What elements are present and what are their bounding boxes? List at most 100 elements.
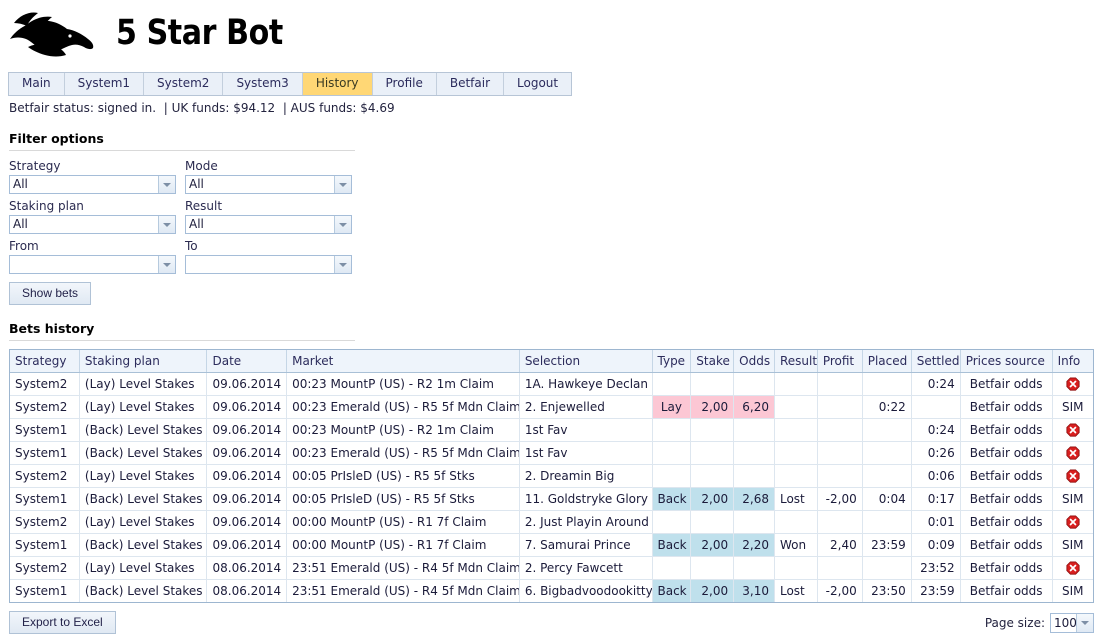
- cell-info[interactable]: [1052, 510, 1093, 534]
- cell-settled: 0:26: [911, 441, 961, 465]
- cell-market: 23:51 Emerald (US) - R4 5f Mdn Claim: [286, 556, 520, 580]
- mode-select[interactable]: All: [185, 175, 352, 194]
- col-stake[interactable]: Stake: [690, 350, 735, 373]
- table-row[interactable]: System1 (Back) Level Stakes 09.06.2014 00:2…: [10, 441, 1093, 465]
- cell-result: [774, 441, 818, 465]
- col-selection[interactable]: Selection: [519, 350, 653, 373]
- col-profit[interactable]: Profit: [817, 350, 863, 373]
- chevron-down-icon: [1081, 620, 1089, 625]
- bets-history-divider: [9, 340, 355, 341]
- cell-result: [774, 372, 818, 396]
- chevron-down-icon: [339, 182, 347, 187]
- mode-select-arrow[interactable]: [334, 176, 351, 193]
- cell-info[interactable]: [1052, 372, 1093, 396]
- tab-betfair[interactable]: Betfair: [436, 73, 505, 95]
- cell-info[interactable]: [1052, 556, 1093, 580]
- cell-strategy: System2: [10, 556, 80, 580]
- filter-row-3: From To: [9, 239, 361, 279]
- cell-selection: 2. Just Playin Around: [519, 510, 653, 534]
- cell-selection: 6. Bigbadvoodookitty: [519, 579, 653, 602]
- cell-staking-plan: (Lay) Level Stakes: [79, 372, 208, 396]
- export-to-excel-button[interactable]: Export to Excel: [9, 611, 116, 634]
- cell-stake: [690, 464, 735, 488]
- filter-row-1: Strategy All Mode All: [9, 159, 361, 199]
- strategy-select-arrow[interactable]: [158, 176, 175, 193]
- page-size-arrow[interactable]: [1076, 613, 1093, 632]
- from-date-picker[interactable]: [9, 255, 176, 274]
- tab-main[interactable]: Main: [9, 73, 65, 95]
- tab-system2[interactable]: System2: [144, 73, 224, 95]
- cell-date: 09.06.2014: [206, 510, 288, 534]
- cell-profit: -2,00: [817, 487, 863, 511]
- to-date-arrow[interactable]: [334, 256, 351, 273]
- app-header: 5 Star Bot: [0, 0, 1101, 66]
- table-row[interactable]: System2 (Lay) Level Stakes 09.06.2014 00:23…: [10, 372, 1093, 396]
- cell-type: Back: [652, 487, 692, 511]
- main-nav-tabs: Main System1 System2 System3 History Pro…: [8, 72, 573, 96]
- tab-history[interactable]: History: [302, 73, 373, 95]
- cell-info[interactable]: [1052, 418, 1093, 442]
- cell-strategy: System2: [10, 464, 80, 488]
- cell-odds: [733, 510, 775, 534]
- cell-market: 00:05 PrIsleD (US) - R5 5f Stks: [286, 464, 520, 488]
- table-row[interactable]: System2 (Lay) Level Stakes 09.06.2014 00:05…: [10, 464, 1093, 488]
- staking-plan-select-arrow[interactable]: [158, 216, 175, 233]
- chevron-down-icon: [339, 262, 347, 267]
- cell-staking-plan: (Back) Level Stakes: [79, 418, 208, 442]
- table-row[interactable]: System2 (Lay) Level Stakes 09.06.2014 00:00…: [10, 510, 1093, 534]
- bets-history-table-wrap: Strategy Staking plan Date Market Select…: [9, 349, 1094, 603]
- show-bets-button[interactable]: Show bets: [9, 282, 92, 305]
- table-row[interactable]: System2 (Lay) Level Stakes 09.06.2014 00:23…: [10, 395, 1093, 419]
- from-date-arrow[interactable]: [158, 256, 175, 273]
- table-row[interactable]: System1 (Back) Level Stakes 09.06.2014 00:0…: [10, 533, 1093, 557]
- cell-date: 09.06.2014: [206, 441, 288, 465]
- table-row[interactable]: System2 (Lay) Level Stakes 08.06.2014 23:51…: [10, 556, 1093, 580]
- cell-staking-plan: (Lay) Level Stakes: [79, 464, 208, 488]
- col-placed[interactable]: Placed: [862, 350, 912, 373]
- col-odds[interactable]: Odds: [733, 350, 775, 373]
- col-staking-plan[interactable]: Staking plan: [79, 350, 208, 373]
- cell-profit: [817, 395, 863, 419]
- cell-settled: 0:24: [911, 418, 961, 442]
- tab-profile[interactable]: Profile: [372, 73, 437, 95]
- cell-profit: -2,00: [817, 579, 863, 602]
- cell-settled: 0:06: [911, 464, 961, 488]
- cell-selection: 1st Fav: [519, 441, 653, 465]
- col-settled[interactable]: Settled: [911, 350, 961, 373]
- table-row[interactable]: System1 (Back) Level Stakes 09.06.2014 00:0…: [10, 487, 1093, 511]
- cell-staking-plan: (Lay) Level Stakes: [79, 556, 208, 580]
- staking-plan-select[interactable]: All: [9, 215, 176, 234]
- cell-date: 09.06.2014: [206, 464, 288, 488]
- cell-stake: 2,00: [690, 579, 735, 602]
- cell-odds: [733, 556, 775, 580]
- col-date[interactable]: Date: [206, 350, 288, 373]
- table-row[interactable]: System1 (Back) Level Stakes 09.06.2014 00:2…: [10, 418, 1093, 442]
- cell-info[interactable]: [1052, 441, 1093, 465]
- page-size-select[interactable]: 100: [1050, 612, 1094, 633]
- cell-date: 09.06.2014: [206, 395, 288, 419]
- col-type[interactable]: Type: [652, 350, 692, 373]
- cell-placed: 0:22: [862, 395, 912, 419]
- cell-placed: 0:04: [862, 487, 912, 511]
- col-result[interactable]: Result: [774, 350, 818, 373]
- cell-placed: [862, 464, 912, 488]
- col-prices-source[interactable]: Prices source: [960, 350, 1053, 373]
- tab-system1[interactable]: System1: [64, 73, 145, 95]
- tab-logout[interactable]: Logout: [504, 73, 572, 95]
- col-market[interactable]: Market: [286, 350, 520, 373]
- cell-type: Back: [652, 533, 692, 557]
- cell-market: 00:05 PrIsleD (US) - R5 5f Stks: [286, 487, 520, 511]
- cell-settled: 0:09: [911, 533, 961, 557]
- result-select-arrow[interactable]: [334, 216, 351, 233]
- result-select[interactable]: All: [185, 215, 352, 234]
- tab-system3[interactable]: System3: [223, 73, 303, 95]
- cell-strategy: System2: [10, 510, 80, 534]
- strategy-select[interactable]: All: [9, 175, 176, 194]
- cell-prices-source: Betfair odds: [960, 533, 1053, 557]
- col-strategy[interactable]: Strategy: [10, 350, 80, 373]
- bets-history-table: Strategy Staking plan Date Market Select…: [10, 350, 1093, 602]
- table-row[interactable]: System1 (Back) Level Stakes 08.06.2014 23:5…: [10, 579, 1093, 602]
- to-date-picker[interactable]: [185, 255, 352, 274]
- col-info[interactable]: Info: [1052, 350, 1093, 373]
- cell-info[interactable]: [1052, 464, 1093, 488]
